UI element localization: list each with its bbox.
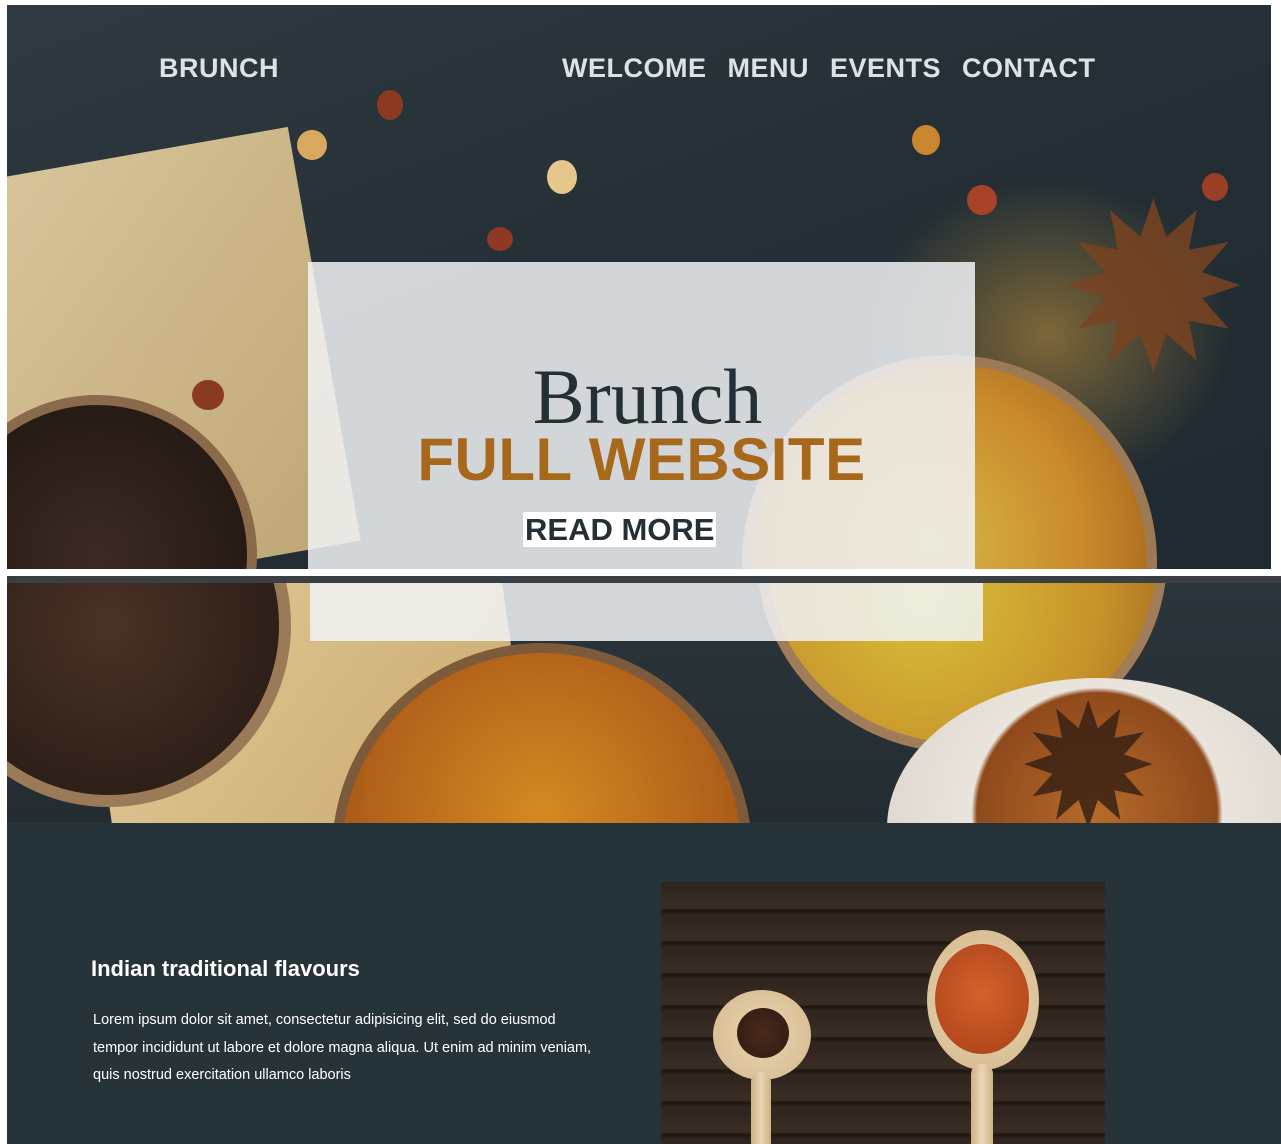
spice-seed-decoration xyxy=(547,160,577,194)
nav-link-menu[interactable]: MENU xyxy=(728,53,810,84)
cloves-pile xyxy=(737,1008,789,1058)
spice-seed-decoration xyxy=(912,125,940,155)
feature-text: Lorem ipsum dolor sit amet, consectetur … xyxy=(93,1012,592,1083)
star-anise-icon: ✹ xyxy=(1057,161,1250,418)
hero-section: ✹ BRUNCH WELCOME MENU EVENTS CONTACT Bru… xyxy=(7,5,1271,569)
nav-link-contact[interactable]: CONTACT xyxy=(962,53,1095,84)
read-more-button[interactable]: READ MORE xyxy=(523,512,717,547)
spice-seed-decoration xyxy=(1202,173,1228,201)
chili-powder-pile xyxy=(935,944,1029,1054)
spice-banner: ✹ xyxy=(7,583,1281,823)
spoons-image xyxy=(661,882,1105,1144)
brand-logo[interactable]: BRUNCH xyxy=(159,53,279,84)
feature-heading: Indian traditional flavours xyxy=(91,956,360,981)
hero-title: Brunch xyxy=(532,353,763,440)
nav-link-events[interactable]: EVENTS xyxy=(830,53,941,84)
hero-overlay-box: Brunch FULL WEBSITE READ MORE xyxy=(308,262,975,569)
spice-seed-decoration xyxy=(377,90,403,120)
spice-seed-decoration xyxy=(487,227,513,251)
section-divider xyxy=(7,576,1281,583)
spice-seed-decoration xyxy=(297,130,327,160)
star-anise-icon: ✹ xyxy=(1017,673,1160,823)
hero-overlay-box-continuation xyxy=(310,583,983,641)
nav-link-welcome[interactable]: WELCOME xyxy=(562,53,707,84)
spice-seed-decoration xyxy=(192,380,224,410)
spoon-handle xyxy=(751,1072,771,1144)
feature-section: Indian traditional flavours Lorem ipsum … xyxy=(7,823,1281,1144)
spice-seed-decoration xyxy=(967,185,997,215)
spoon-handle xyxy=(971,1064,993,1144)
hero-subtitle: FULL WEBSITE xyxy=(417,426,866,493)
main-nav: WELCOME MENU EVENTS CONTACT xyxy=(562,53,1096,84)
